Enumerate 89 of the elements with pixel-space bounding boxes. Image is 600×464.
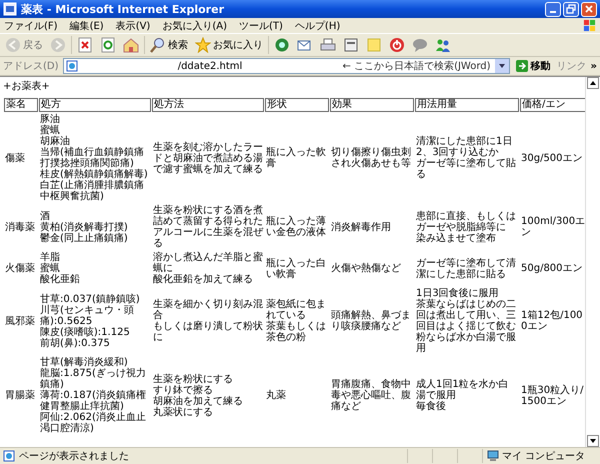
arrow-icon <box>516 60 528 72</box>
column-header: 効果 <box>330 98 414 112</box>
table-cell: 溶かし煮込んだ羊脂と蜜蝋に 酸化亜鉛を加えて練る <box>152 251 264 286</box>
table-cell-text: 100ml/300エン <box>520 215 585 240</box>
table-cell-text: 豚油 蜜蝋 胡麻油 当帰(補血行血鎮静鎮痛打撲捻挫頭痛関節痛) 桂皮(解熱鎮静鎮痛解毒) 白芷(止痛消腫排膿鎮痛中枢興奮抗菌) <box>39 113 149 203</box>
people-icon <box>435 37 451 53</box>
table-cell-text: 消炎解毒作用 <box>330 220 392 234</box>
menu-item[interactable]: 表示(V) <box>116 18 150 32</box>
table-cell-text: 瓶に入った軟膏 <box>265 146 327 171</box>
page-icon <box>3 2 17 16</box>
table-cell-text: ガーゼ等に塗布して清潔にした患部に貼る <box>415 256 517 282</box>
menu-item[interactable]: ヘルプ(H) <box>294 18 340 32</box>
table-cell-text: 風邪薬 <box>4 314 36 328</box>
status-text: ページが表示されました <box>19 450 130 463</box>
scroll-down-icon[interactable] <box>587 435 599 447</box>
column-header: 処方法 <box>152 98 264 112</box>
close-button[interactable] <box>581 2 597 16</box>
column-header: 薬名 <box>4 98 38 112</box>
home-button[interactable] <box>121 36 141 54</box>
table-cell-text: 生薬を粉状にする すり鉢で擦る 胡麻油を加えて練る 丸薬状にする <box>152 372 244 420</box>
table-cell-text: 1日3回食後に服用 茶葉ならばはじめの二回は煮出して用い、三回目はよく揺じて飲む 粉ならば水か白湯で服用 <box>415 287 517 355</box>
column-header: 用法用量 <box>415 98 519 112</box>
disc-icon <box>274 37 290 53</box>
table-cell-text: 清潔にした患部に1日2、3回すり込むか ガーゼ等に塗布して貼る <box>415 134 517 182</box>
table-cell-text: 生薬を刻む溶かしたラードと胡麻油で煮詰める湯で濾す蜜蝋を加えて練る <box>152 140 264 176</box>
windows-logo-icon <box>583 19 596 32</box>
address-label: アドレス(D) <box>3 60 59 73</box>
table-cell-text: 甘草(解毒消炎緩和) 龍脳:1.875(ぎっけ視力鎮痛) 薄荷:0.187(消炎鎮痛権健胃整腸止痒抗菌) 阿仙:2.062(消炎止血止渇口腔清涼) <box>39 356 147 435</box>
stop-icon <box>77 37 93 53</box>
page-icon <box>66 60 78 72</box>
minimize-icon <box>550 11 556 13</box>
refresh-icon <box>100 37 116 53</box>
table-cell-text: 生薬を細かく切り刻み混合 もしくは磨り潰して粉状に <box>152 298 264 345</box>
scrollbar[interactable] <box>585 77 600 447</box>
table-cell-text: 50g/800エン <box>520 262 584 276</box>
table-cell-text: 火傷や熱傷など <box>330 262 402 276</box>
table-cell-text: 消毒薬 <box>4 220 36 234</box>
speech-bubble-icon <box>412 37 428 53</box>
search-button[interactable]: 検索 <box>148 36 190 54</box>
chat-button[interactable] <box>410 36 430 54</box>
menu-item[interactable]: ツール(T) <box>239 18 283 32</box>
computer-icon <box>487 450 499 462</box>
table-cell-text: 患部に直接、もしくはガーゼや脱脂綿等に 染み込ませて塗布 <box>415 210 517 246</box>
go-button[interactable]: 移動 <box>514 59 553 73</box>
table-cell-text: 1箱12包/1000エン <box>520 309 584 334</box>
table-cell-text: 瓶に入った白い軟膏 <box>265 256 327 282</box>
page-heading: +お薬表+ <box>3 80 51 93</box>
menu-item[interactable]: ファイル(F) <box>4 18 58 32</box>
page-icon <box>3 450 15 462</box>
column-header: 処方 <box>39 98 151 112</box>
table-cell-text: 丸薬 <box>265 388 287 403</box>
power-button[interactable] <box>387 36 407 54</box>
printer-icon <box>320 37 336 53</box>
power-icon <box>389 37 405 53</box>
table-cell-text: 頭痛解熱、鼻づまり咳痰腰痛など <box>330 308 412 334</box>
security-zone-label: マイ コンピュータ <box>502 450 586 463</box>
table-cell-text: 1瓶30粒入り/1500エン <box>520 384 584 408</box>
table-cell: 生薬を粉状にする酒を煮詰めて蒸留する得られたアルコールに生薬を混ぜる <box>152 204 264 250</box>
table-cell-text: 酒 黄柏(消炎解毒打撲) 鬱金(同上止痛鎮痛) <box>39 210 129 246</box>
restore-icon <box>566 4 576 14</box>
table-cell-text: 傷薬 <box>4 152 26 166</box>
table-cell-text: 薬包紙に包まれている 茶葉もしくは茶色の粉 <box>265 298 327 345</box>
note-icon <box>366 37 382 53</box>
table-cell-text: 切り傷擦り傷虫刺され火傷あせも等 <box>330 146 412 171</box>
minimize-button[interactable] <box>545 2 561 16</box>
more-chevron[interactable]: » <box>590 60 597 72</box>
dropdown-caret-icon[interactable] <box>498 62 506 70</box>
menu-item[interactable]: 編集(E) <box>70 18 104 32</box>
address-field[interactable]: /ddate2.html ← ここから日本語で検索(JWord) <box>62 58 510 74</box>
table-cell-text: 甘草:0.037(鎮静鎮咳) 川芎(センキュウ・頭痛):0.5625 陳皮(痰嗜咳):1.125 前胡(鼻):0.375 <box>39 292 141 350</box>
menu-item[interactable]: お気に入り(A) <box>162 18 227 32</box>
table-cell-text: 胃腸薬 <box>4 388 36 403</box>
table-cell-text: 胃痛腹痛、食物中毒や悪心嘔吐、腹痛など <box>330 378 412 414</box>
house-icon <box>123 37 139 53</box>
window-title: 薬表 - Microsoft Internet Explorer <box>21 2 225 16</box>
edit-icon <box>343 37 359 53</box>
scroll-up-icon[interactable] <box>587 77 599 89</box>
table-cell-text: 30g/500エン <box>520 152 584 166</box>
maximize-button[interactable] <box>563 2 579 16</box>
table-cell-text: 瓶に入った薄い金色の液体 <box>265 214 327 240</box>
column-header: 価格/エン <box>520 98 585 112</box>
star-icon <box>195 37 211 53</box>
search-icon <box>150 37 166 53</box>
close-icon <box>584 4 594 14</box>
table-cell-text: 羊脂 蜜蝋 酸化亜鉛 <box>39 251 81 286</box>
column-header: 形状 <box>265 98 329 112</box>
favorites-button[interactable]: お気に入り <box>193 36 265 54</box>
table-cell-text: 火傷薬 <box>4 262 36 276</box>
table-cell-text: 成人1回1粒を水か白湯で服用 毎食後 <box>415 378 510 414</box>
